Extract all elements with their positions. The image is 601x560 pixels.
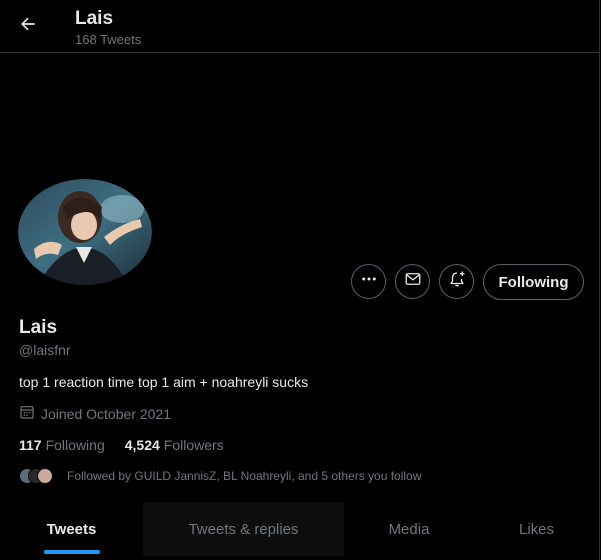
profile-handle: @laisfnr xyxy=(19,342,71,358)
tab-label: Media xyxy=(388,520,430,538)
following-button[interactable]: Following xyxy=(483,264,584,300)
profile-bio: top 1 reaction time top 1 aim + noahreyl… xyxy=(19,374,309,390)
tab-tweets[interactable]: Tweets xyxy=(0,502,143,556)
top-header: Lais 168 Tweets xyxy=(0,0,599,53)
followers-label: Followers xyxy=(163,437,224,453)
more-button[interactable] xyxy=(351,264,386,299)
message-button[interactable] xyxy=(395,264,430,299)
tab-likes[interactable]: Likes xyxy=(474,502,599,556)
follow-stats: 117 Following 4,524 Followers xyxy=(19,436,224,454)
followers-count: 4,524 xyxy=(124,437,160,453)
tab-media[interactable]: Media xyxy=(344,502,474,556)
tab-label: Likes xyxy=(518,520,555,538)
following-stat[interactable]: 117 Following xyxy=(19,436,105,454)
following-count: 117 xyxy=(19,437,42,453)
envelope-icon xyxy=(404,270,422,293)
calendar-icon xyxy=(19,404,41,424)
profile-column: Lais 168 Tweets Following Lais @laisfnr … xyxy=(0,0,600,560)
bell-plus-icon xyxy=(448,270,466,293)
avatar xyxy=(37,468,53,484)
followers-stat[interactable]: 4,524 Followers xyxy=(125,436,224,454)
active-tab-indicator xyxy=(43,550,100,554)
tab-label: Tweets & replies xyxy=(188,520,299,538)
tweet-count: 168 Tweets xyxy=(75,32,142,47)
tab-tweets-and-replies[interactable]: Tweets & replies xyxy=(143,502,344,556)
more-horizontal-icon xyxy=(360,270,378,293)
header-title: Lais xyxy=(75,8,114,29)
joined-date: Joined October 2021 xyxy=(19,404,171,424)
followed-by-avatars xyxy=(19,466,59,486)
tab-label: Tweets xyxy=(46,520,97,538)
arrow-left-icon xyxy=(18,14,38,39)
followed-by-text: Followed by GUILD JannisZ, BL Noahreyli,… xyxy=(67,469,422,483)
back-button[interactable] xyxy=(11,9,45,43)
profile-tabs: Tweets Tweets & replies Media Likes xyxy=(0,502,599,556)
followed-by[interactable]: Followed by GUILD JannisZ, BL Noahreyli,… xyxy=(19,465,421,487)
joined-text: Joined October 2021 xyxy=(41,406,171,422)
avatar[interactable] xyxy=(18,179,152,285)
notify-button[interactable] xyxy=(439,264,474,299)
following-label: Following xyxy=(45,437,105,453)
profile-display-name: Lais xyxy=(19,317,58,338)
